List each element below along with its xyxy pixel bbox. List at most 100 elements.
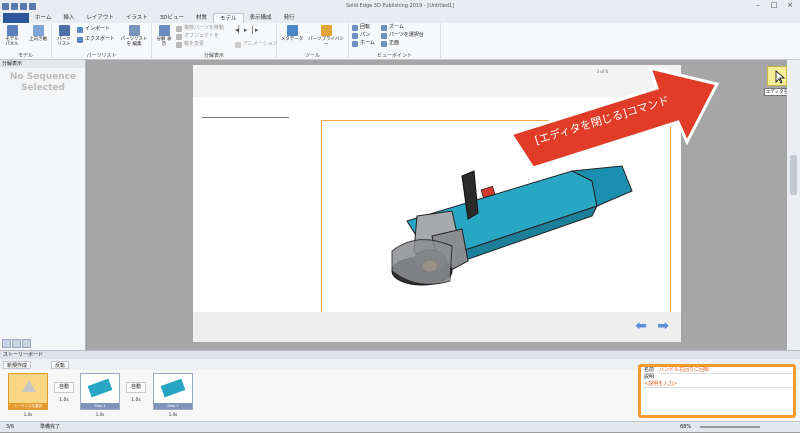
close-icon[interactable]: × (784, 1, 796, 9)
home-button[interactable]: ホーム (352, 40, 375, 47)
import-icon (77, 26, 83, 33)
title-bar: Solid Edge 3D Publishing 2019 - [Untitle… (0, 0, 800, 12)
model-panel-icon (6, 25, 18, 36)
transition-0[interactable]: 自動 (54, 382, 74, 393)
home-icon (352, 40, 358, 47)
close-editor-button[interactable] (767, 66, 787, 86)
step-properties-panel: 名前 ハンドル右回りに回転 説明 <説明を入力> (638, 364, 796, 418)
status-zoom: 68% (680, 424, 692, 430)
new-sequence-button[interactable]: 新規作成 (3, 360, 32, 369)
export-button[interactable]: エクスポート (77, 36, 115, 43)
minimize-icon[interactable]: – (752, 1, 764, 9)
edit-parts-list-button[interactable]: パーツリストを 編集 (120, 25, 148, 47)
file-tab[interactable] (3, 13, 29, 23)
front-view-icon (381, 40, 387, 47)
parts-privacy-button[interactable]: パーツプライバシー (306, 25, 346, 47)
change-axis-button[interactable]: 軸を変更 (176, 41, 204, 48)
ribbon: モデル パネル 上向き軸 モデル パーツ リスト インポート エクスポート パー… (0, 23, 800, 60)
ribbon-group-exploded-view: 分解 表示 複数パーツを移動 オブジェクトを 軸を変更 ◂▏▸▕ ▸ アニメーシ… (152, 23, 278, 60)
zoom-button[interactable]: ズーム (381, 24, 404, 31)
panel-title: 分解表示 (0, 60, 85, 68)
zoom-icon (381, 24, 387, 31)
front-view-button[interactable]: 正面 (381, 40, 399, 47)
edit-parts-list-icon (128, 25, 140, 36)
transition-1[interactable]: 自動 (126, 382, 146, 393)
storyboard-thumb-0[interactable]: シーケンス未選択 (8, 373, 48, 410)
page-footer-band: ⬅ ➡ (193, 312, 681, 342)
exploded-view-button[interactable]: 分解 表示 (155, 25, 173, 47)
description-field-row: <説明を入力> (641, 381, 793, 388)
animation-button[interactable]: アニメーション (235, 41, 278, 48)
previous-page-arrow-icon[interactable]: ⬅ (635, 318, 647, 334)
name-field[interactable]: ハンドル右回りに回転 (659, 367, 793, 374)
cursor-icon (775, 70, 786, 84)
ribbon-group-tools: メタデータ パーツプライバシー ツール (277, 23, 349, 60)
description-field[interactable]: <説明を入力> (644, 381, 793, 388)
model-panel-button[interactable]: モデル パネル (3, 25, 21, 47)
name-label: 名前 (644, 367, 655, 373)
vertical-scrollbar[interactable] (787, 60, 800, 350)
panel-tab-2[interactable] (12, 339, 21, 348)
ribbon-group-model: モデル パネル 上向き軸 モデル (0, 23, 52, 60)
export-icon (77, 36, 83, 43)
tab-display-config[interactable]: 表示構成 (244, 13, 278, 23)
reverse-button[interactable]: 反転 (51, 360, 70, 369)
pan-icon (352, 32, 358, 39)
pan-button[interactable]: パン (352, 32, 370, 39)
select-parts-button[interactable]: パーツを選択台 (381, 32, 424, 39)
scrollbar-thumb[interactable] (790, 155, 797, 195)
ribbon-tabs: ホーム 挿入 レイアウト イラスト 3Dビュー 材質 モデル 表示構成 発行 (0, 12, 800, 23)
up-axis-button[interactable]: 上向き軸 (27, 25, 49, 42)
tab-material[interactable]: 材質 (190, 13, 213, 23)
rotate-button[interactable]: 回転 (352, 24, 370, 31)
metadata-icon (286, 25, 298, 36)
tab-model[interactable]: モデル (213, 13, 244, 23)
up-axis-icon (32, 25, 44, 36)
panel-tab-3[interactable] (22, 339, 31, 348)
ribbon-group-viewpoint: 回転 パン ホーム ズーム パーツを選択台 正面 ビューポイント (349, 23, 441, 60)
name-row: 名前 ハンドル右回りに回転 (641, 367, 793, 374)
parts-list-button[interactable]: パーツ リスト (55, 25, 73, 47)
status-ready: 準備完了 (40, 424, 61, 430)
no-sequence-text: No Sequence Selected (9, 72, 77, 93)
status-page: 3/6 (6, 424, 15, 430)
storyboard-thumb-2[interactable]: Step 2 (153, 373, 193, 410)
move-multiple-parts-button[interactable]: 複数パーツを移動 (176, 25, 224, 32)
ribbon-group-parts-list: パーツ リスト インポート エクスポート パーツリストを 編集 パーツリスト (52, 23, 152, 60)
status-bar: 3/6 準備完了 68% (0, 421, 800, 432)
move-parts-icon (176, 25, 182, 32)
panel-tab-1[interactable] (2, 339, 11, 348)
rotate-icon (352, 24, 358, 31)
exploded-view-panel: 分解表示 No Sequence Selected (0, 60, 86, 350)
storyboard-thumb-1[interactable]: Step 1 (80, 373, 120, 410)
grinder-thumbnail-icon (160, 378, 186, 398)
import-button[interactable]: インポート (77, 26, 110, 33)
page-rule (202, 117, 289, 118)
object-button[interactable]: オブジェクトを (176, 33, 219, 40)
object-icon (176, 33, 182, 40)
exploded-view-icon (158, 25, 170, 36)
tab-publish[interactable]: 発行 (278, 13, 301, 23)
animation-icon (235, 41, 241, 48)
tab-insert[interactable]: 挿入 (57, 13, 80, 23)
next-page-arrow-icon[interactable]: ➡ (657, 318, 669, 334)
select-parts-icon (381, 32, 387, 39)
parts-list-icon (58, 25, 70, 36)
tab-home[interactable]: ホーム (29, 13, 57, 23)
lock-icon (320, 25, 332, 36)
tab-illustration[interactable]: イラスト (120, 13, 154, 23)
description-row: 説明 (641, 374, 793, 381)
zoom-slider[interactable] (700, 426, 760, 428)
panel-tabs (2, 339, 32, 348)
maximize-icon[interactable]: □ (768, 1, 780, 9)
storyboard-header: ストーリーボード (0, 350, 800, 359)
playback-controls[interactable]: ◂▏▸▕ ▸ (235, 27, 259, 34)
description-label: 説明 (644, 374, 655, 380)
warning-icon (22, 380, 36, 392)
window-title: Solid Edge 3D Publishing 2019 - [Untitle… (345, 3, 455, 9)
tab-layout[interactable]: レイアウト (80, 13, 120, 23)
grinder-thumbnail-icon (87, 378, 113, 398)
metadata-button[interactable]: メタデータ (280, 25, 304, 42)
tab-3dview[interactable]: 3Dビュー (154, 13, 190, 23)
change-axis-icon (176, 41, 182, 48)
